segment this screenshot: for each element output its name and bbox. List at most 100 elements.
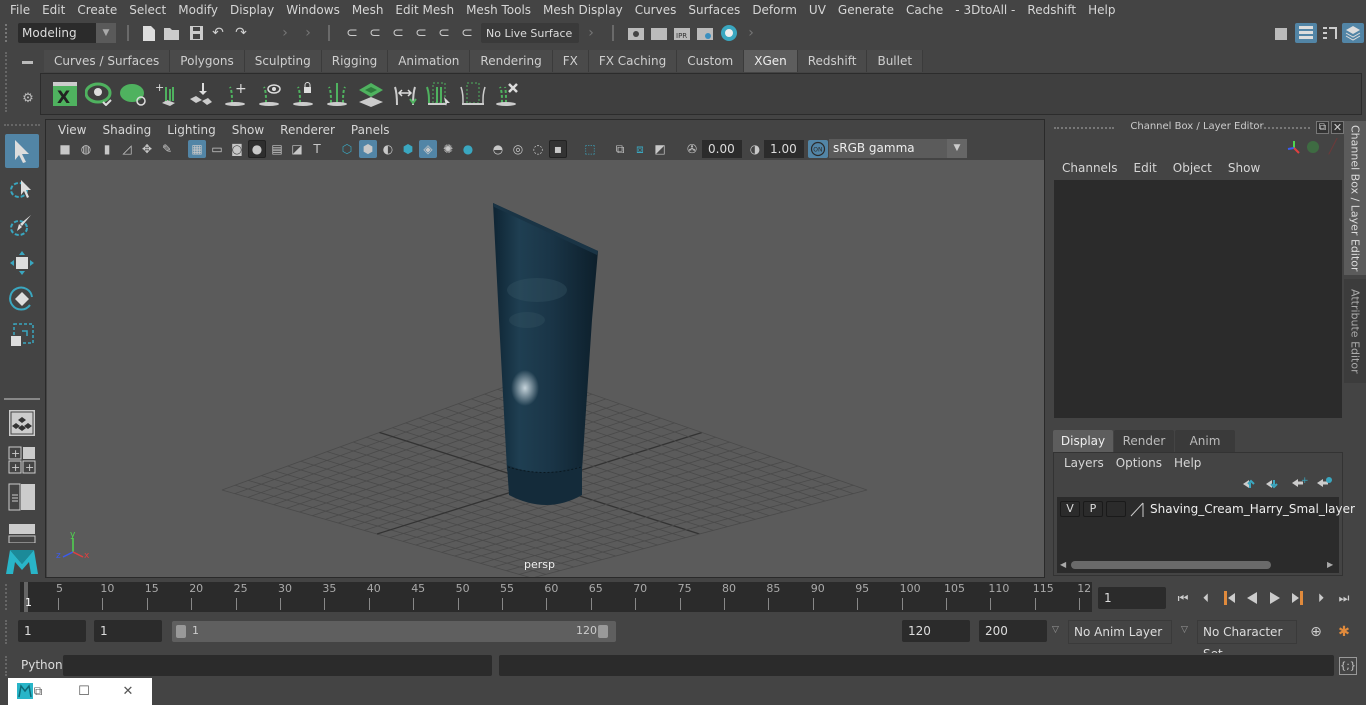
attribute-editor-toggle-icon[interactable] <box>1295 23 1317 43</box>
live-surface-field[interactable]: No Live Surface <box>481 23 579 43</box>
viewport-menu-renderer[interactable]: Renderer <box>272 123 343 137</box>
collapse-arrow-icon[interactable]: › <box>585 24 597 42</box>
preview-icon[interactable] <box>83 78 115 110</box>
step-back-icon[interactable]: ⏴ <box>1197 589 1215 607</box>
resolution-gate-icon[interactable]: ◙ <box>228 140 246 158</box>
xray-joints-icon[interactable]: ◩ <box>651 140 669 158</box>
shelf-tab-fx[interactable]: FX <box>552 50 589 72</box>
four-view-layout-button[interactable]: + + + <box>5 443 39 477</box>
script-language-toggle[interactable]: Python <box>21 658 63 672</box>
3d-viewport[interactable]: y z x persp <box>47 160 1044 577</box>
hyperbolic-icon[interactable]: ╱ <box>1325 139 1341 155</box>
textured-icon[interactable]: ◈ <box>419 140 437 158</box>
image-plane-icon[interactable]: ◿ <box>118 140 136 158</box>
split-guides-icon[interactable] <box>321 78 353 110</box>
cb-menu-object[interactable]: Object <box>1165 161 1220 175</box>
menu-file[interactable]: File <box>4 3 36 17</box>
go-to-start-icon[interactable]: ⏮ <box>1174 589 1192 607</box>
render-frame-icon[interactable] <box>650 24 668 42</box>
close-icon[interactable]: ✕ <box>1331 121 1344 134</box>
menu-edit[interactable]: Edit <box>36 3 71 17</box>
menu-select[interactable]: Select <box>123 3 172 17</box>
anim-layer-dropdown-icon[interactable]: ▽ <box>1052 625 1059 635</box>
shelf-tab-animation[interactable]: Animation <box>388 50 471 72</box>
shadows-icon[interactable]: ● <box>459 140 477 158</box>
snap-grid-icon[interactable]: ⊂ <box>343 24 361 42</box>
safe-action-icon[interactable]: ◪ <box>288 140 306 158</box>
drag-handle[interactable] <box>4 124 40 126</box>
film-gate-icon[interactable]: ▭ <box>208 140 226 158</box>
make-live-icon[interactable]: ⊂ <box>435 24 453 42</box>
layer-list-hscrollbar[interactable]: ◀ ▶ <box>1059 559 1337 571</box>
drag-handle[interactable] <box>5 656 9 676</box>
collapse-arrow-icon[interactable]: › <box>302 24 314 42</box>
rotate-tool-button[interactable] <box>5 282 39 316</box>
viewport-menu-show[interactable]: Show <box>224 123 272 137</box>
wireframe-on-shaded-icon[interactable]: ⬢ <box>399 140 417 158</box>
field-chart-icon[interactable]: ▤ <box>268 140 286 158</box>
le-menu-help[interactable]: Help <box>1168 456 1207 470</box>
new-layer-icon[interactable]: + <box>1291 475 1309 489</box>
drag-handle[interactable] <box>5 584 9 610</box>
xray-active-components-icon[interactable]: ⧈ <box>631 140 649 158</box>
place-guides-icon[interactable] <box>185 78 217 110</box>
single-perspective-layout-button[interactable] <box>5 406 39 440</box>
layer-visibility-toggle[interactable]: V <box>1060 501 1080 517</box>
layer-tab-display[interactable]: Display <box>1053 430 1113 452</box>
xray-icon[interactable]: ⧉ <box>611 140 629 158</box>
snap-curve-icon[interactable]: ⊂ <box>366 24 384 42</box>
minimized-window[interactable]: ⧉ ☐ ✕ <box>8 678 152 705</box>
mode-selector[interactable]: Modeling ▼ <box>18 23 116 43</box>
gate-mask-icon[interactable]: ● <box>248 140 266 158</box>
shelf-tab-custom[interactable]: Custom <box>677 50 745 72</box>
viewport-menu-shading[interactable]: Shading <box>94 123 159 137</box>
shelf-tab-curves-surfaces[interactable]: Curves / Surfaces <box>44 50 171 72</box>
range-slider[interactable]: 1 120 <box>172 621 616 642</box>
show-guides-icon[interactable] <box>253 78 285 110</box>
layer-row[interactable]: V P Shaving_Cream_Harry_Smal_layer <box>1060 501 1355 517</box>
select-tool-button[interactable] <box>5 134 39 168</box>
menu-display[interactable]: Display <box>224 3 280 17</box>
menu-uv[interactable]: UV <box>803 3 832 17</box>
go-to-end-icon[interactable]: ⏭ <box>1335 589 1353 607</box>
clear-preview-icon[interactable] <box>117 78 149 110</box>
command-input[interactable] <box>63 655 492 676</box>
scale-tool-button[interactable] <box>5 318 39 352</box>
snap-surface-icon[interactable]: ⊂ <box>458 24 476 42</box>
gamma-icon[interactable]: ◑ <box>746 140 764 158</box>
maximize-icon[interactable]: ☐ <box>76 683 92 699</box>
menu-create[interactable]: Create <box>71 3 123 17</box>
save-scene-icon[interactable] <box>187 24 205 42</box>
lock-guides-icon[interactable] <box>287 78 319 110</box>
menu-mesh[interactable]: Mesh <box>346 3 390 17</box>
undo-icon[interactable]: ↶ <box>209 24 227 42</box>
shelf-tab-sculpting[interactable]: Sculpting <box>244 50 322 72</box>
menu-mesh-display[interactable]: Mesh Display <box>537 3 629 17</box>
range-end-handle[interactable] <box>598 625 608 638</box>
depth-of-field-icon[interactable]: ▪ <box>549 140 567 158</box>
default-material-icon[interactable]: ◐ <box>379 140 397 158</box>
bookmark-icon[interactable]: ▮ <box>98 140 116 158</box>
delete-guides-icon[interactable] <box>491 78 523 110</box>
menu-help[interactable]: Help <box>1082 3 1121 17</box>
current-frame-field[interactable]: 1 <box>1098 587 1166 609</box>
next-key-icon[interactable] <box>1289 589 1307 607</box>
transfer-guides-icon[interactable] <box>389 78 421 110</box>
playback-end-field[interactable]: 120 <box>902 620 970 642</box>
menu-edit-mesh[interactable]: Edit Mesh <box>389 3 460 17</box>
shelf-menu-icon[interactable] <box>22 61 33 64</box>
gear-icon[interactable]: ⚙ <box>20 90 36 106</box>
animation-end-field[interactable]: 200 <box>979 620 1047 642</box>
motion-blur-icon[interactable]: ◎ <box>509 140 527 158</box>
move-layer-up-icon[interactable] <box>1242 477 1260 491</box>
anti-aliasing-icon[interactable]: ◌ <box>529 140 547 158</box>
camera-select-icon[interactable]: ■ <box>56 140 74 158</box>
hypershade-icon[interactable] <box>719 23 739 43</box>
range-start-handle[interactable] <box>176 625 186 638</box>
menu-mesh-tools[interactable]: Mesh Tools <box>460 3 537 17</box>
cb-menu-channels[interactable]: Channels <box>1054 161 1126 175</box>
manipulator-axis-icon[interactable] <box>1286 139 1302 155</box>
drag-handle[interactable] <box>5 52 9 112</box>
collapse-arrow-icon[interactable]: › <box>745 24 757 42</box>
character-set-dropdown[interactable]: No Character Set <box>1197 620 1297 661</box>
